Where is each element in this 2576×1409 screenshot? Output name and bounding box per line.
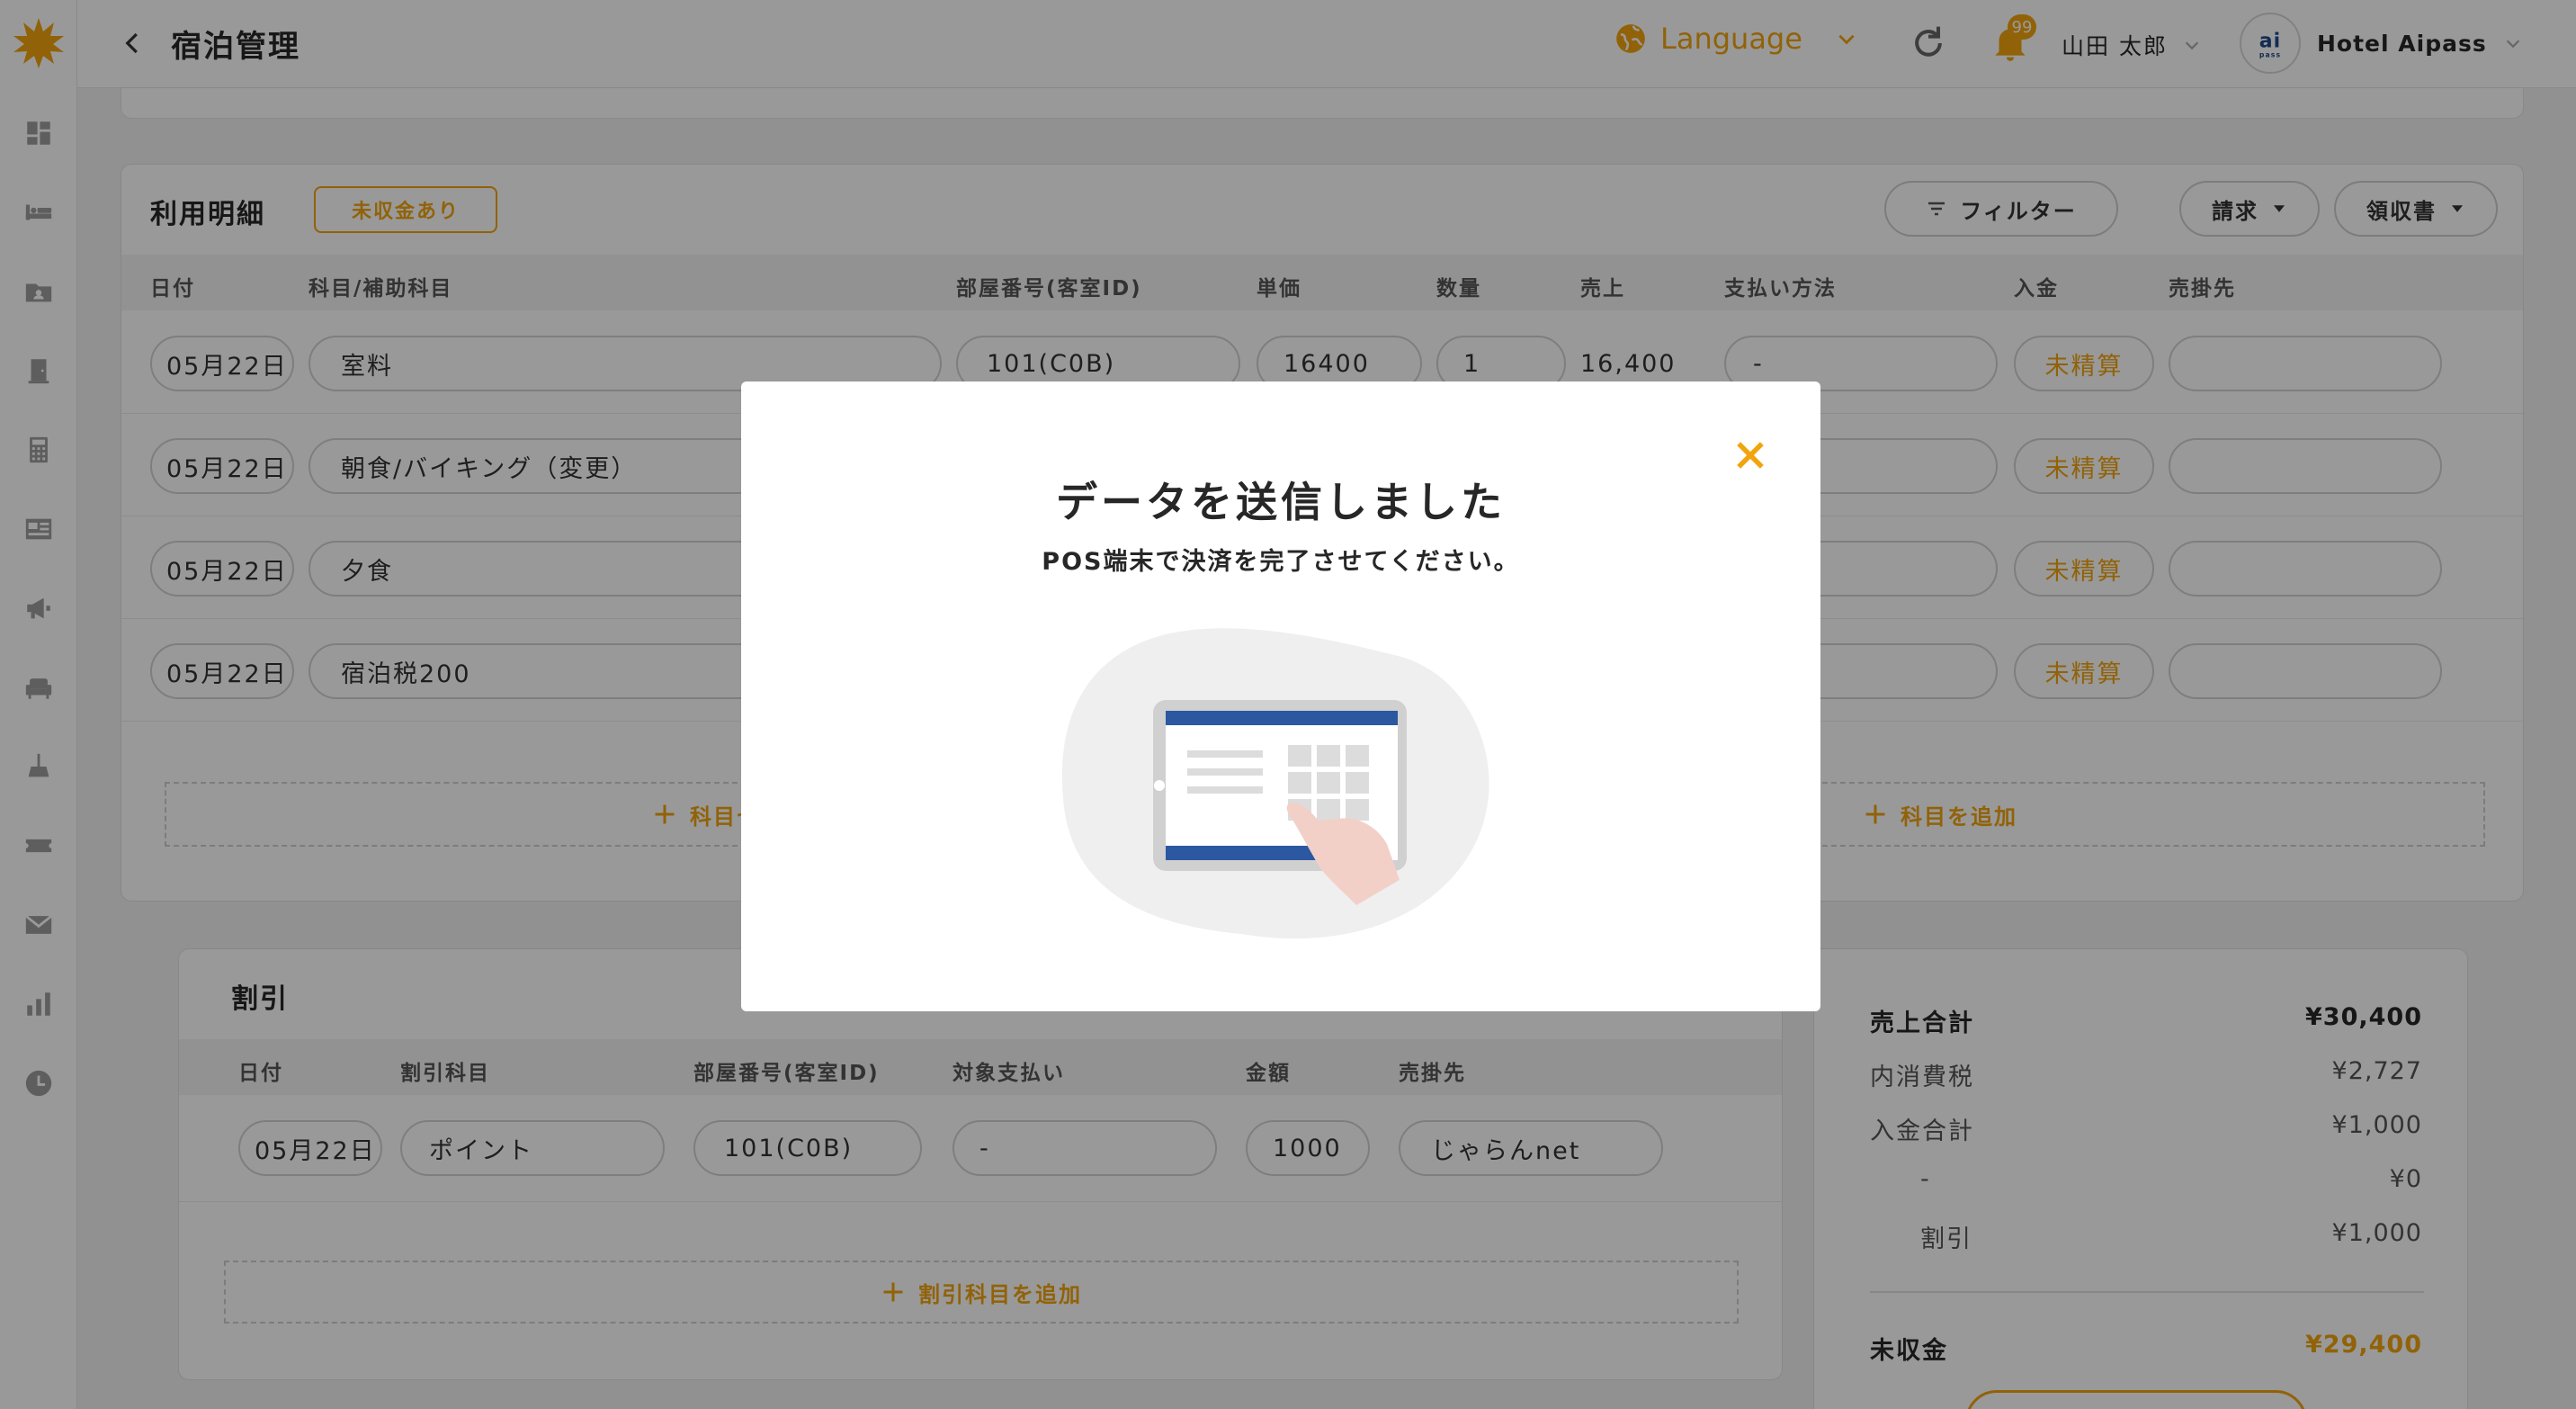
modal-title: データを送信しました xyxy=(1056,478,1506,526)
modal-subtitle: POS端末で決済を完了させてください。 xyxy=(1042,548,1520,576)
sent-confirmation-modal: データを送信しました POS端末で決済を完了させてください。 xyxy=(741,381,1820,1011)
pos-tablet-illustration-icon xyxy=(1061,628,1489,939)
